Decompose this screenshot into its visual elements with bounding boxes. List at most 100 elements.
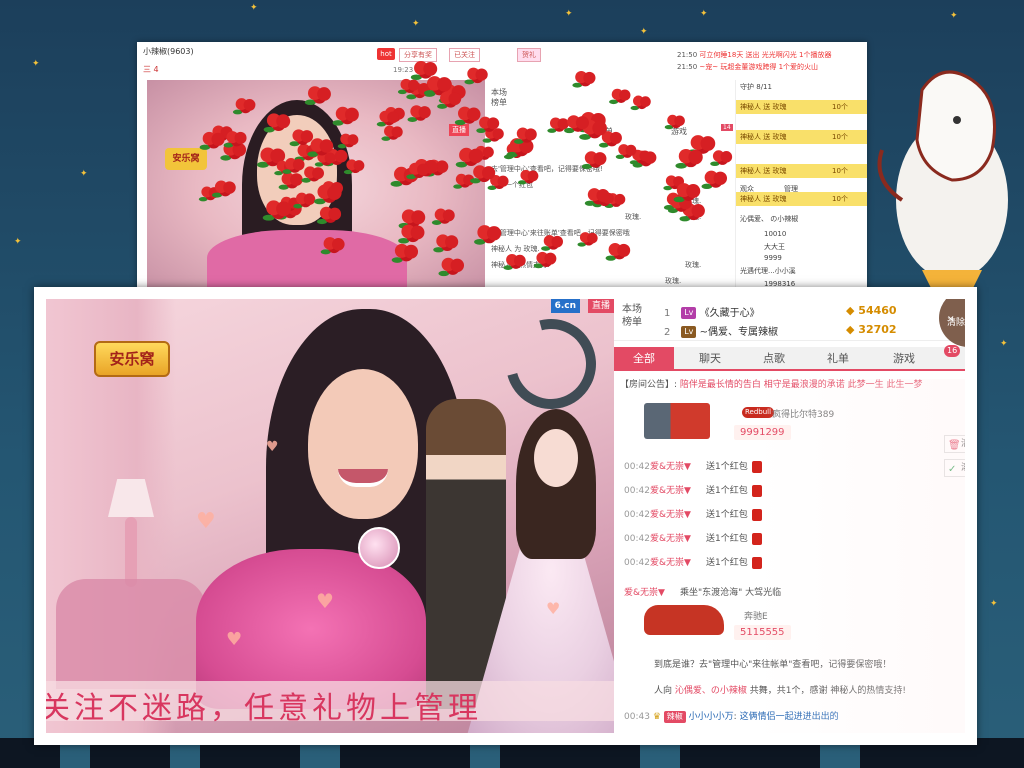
heart-icon: ♥ xyxy=(316,589,334,613)
chat-line: 玫瑰. xyxy=(685,261,702,269)
site-logo: 6.cn xyxy=(550,299,580,313)
tab-games[interactable]: 游戏 xyxy=(671,126,687,137)
chat-line: 玫瑰. xyxy=(625,213,642,221)
hot-badge: hot xyxy=(377,48,395,60)
report-button[interactable]: 贺礼 xyxy=(517,48,541,62)
game-staff xyxy=(489,302,613,426)
chat-message: 00:42爱&无崇▼ 送1个红包 xyxy=(624,531,762,545)
red-packet-icon xyxy=(751,532,762,545)
red-packet-icon xyxy=(751,556,762,569)
truck-gift-image xyxy=(644,403,710,439)
side-line: 光遇代理...小小溪 xyxy=(740,267,796,275)
chat-line: 玫瑰. xyxy=(685,213,702,221)
star: ✦ xyxy=(250,3,258,13)
news-line-2: 21:50 ~宠~ 玩超金董游戏跨得 1个爱的火山 xyxy=(677,63,819,71)
clear-screen-button[interactable]: 🗑清屏 xyxy=(944,435,965,453)
star: ✦ xyxy=(700,9,708,19)
microphone xyxy=(358,527,400,569)
time-label: 19:23 xyxy=(393,66,414,74)
news-line-1: 21:50 可立何睡18天 送出 光光啊闪光 1个播放器 xyxy=(677,51,832,59)
share-button[interactable]: 分享有奖 xyxy=(399,48,437,62)
system-message: 人向 沁偶爱、の小辣椒 共舞，共1个，感谢 神秘人的热情支持! xyxy=(654,686,906,696)
chat-line: 去'管理中心'查看吧，记得要保密哦! xyxy=(491,165,603,173)
back-video[interactable]: 安乐窝 直播 xyxy=(147,80,485,294)
follow-button[interactable]: 已关注 xyxy=(449,48,480,62)
side-line: 沁偶爱、 の小辣椒 xyxy=(740,215,799,223)
tab-count-badge: 14 xyxy=(721,124,733,131)
gift-number: 5115555 xyxy=(734,625,791,640)
heart-icon: ♥ xyxy=(196,509,216,534)
star: ✦ xyxy=(80,169,88,179)
chat-message: 00:42爱&无崇▼ 送1个红包 xyxy=(624,459,762,473)
check-icon: ✓ xyxy=(948,464,957,475)
chat-message: 00:42爱&无崇▼ 送1个红包 xyxy=(624,507,762,521)
gift-count: 10个 xyxy=(813,100,867,114)
streamer-face xyxy=(257,115,337,225)
heart-icon: ♥ xyxy=(546,599,561,618)
tab-chat[interactable]: 聊天 xyxy=(680,347,740,371)
room-notice: 【房间公告】: 陪伴是最长情的告白 相守是最浪漫的承诺 此梦一生 此生一梦 xyxy=(620,380,923,390)
red-packet-icon xyxy=(751,484,762,497)
gift-number: 9991299 xyxy=(734,425,791,440)
chat-tabs: 全部 聊天 点歌 礼单 游戏 16 xyxy=(614,345,965,371)
tab-all[interactable]: 全部 xyxy=(614,347,674,371)
main-stream-window: ♥ ♥ ♥ ♥ ♥ 6.cn 直播 安乐窝 关注不迷路，任意礼物上管理 本场榜单… xyxy=(34,287,977,745)
chat-message: 00:42爱&无崇▼ 送1个红包 xyxy=(624,555,762,569)
tab-gifts[interactable]: 礼单 xyxy=(597,126,613,137)
streamer-outfit xyxy=(207,230,407,294)
tab-games[interactable]: 游戏 xyxy=(874,347,934,371)
car-gift-image xyxy=(644,605,724,635)
admin-tab[interactable]: 管理 xyxy=(784,184,798,194)
chat-line: 神秘人 为 玫瑰. xyxy=(491,245,540,253)
star: ✦ xyxy=(565,9,573,19)
level-icon: Lv xyxy=(681,307,697,319)
gift-count: 10个 xyxy=(813,130,867,144)
system-message: 到底是谁？去"管理中心"来往帐单"查看吧，记得要保密哦！ xyxy=(654,660,892,670)
room-badge: 安乐窝 xyxy=(94,341,170,377)
crown-icon: ♛ xyxy=(652,712,661,722)
star: ✦ xyxy=(990,599,998,609)
star: ✦ xyxy=(32,59,40,69)
gift-count: 10个 xyxy=(813,164,867,178)
tab-gifts[interactable]: 礼单 xyxy=(808,347,868,371)
chat-line: 玫瑰. xyxy=(665,277,682,285)
star: ✦ xyxy=(412,19,420,29)
star: ✦ xyxy=(1000,339,1008,349)
chat-message: 00:43 ♛ 辣椒 小小小小万: 这俩情侣一起进进出出的 xyxy=(624,710,839,723)
live-badge: 直播 xyxy=(449,124,469,136)
chat-line: 神秘人的热情支持! xyxy=(491,261,550,269)
streamer-face xyxy=(308,369,418,519)
lamp-base xyxy=(125,517,137,587)
side-line: 大大王 xyxy=(764,243,785,251)
caption-text: 关注不迷路，任意礼物上管理 xyxy=(46,691,482,726)
car-entry-line: 爱&无崇▼ 乘坐"东渡沧海" 大驾光临 xyxy=(624,588,782,598)
trash-icon: 🗑 xyxy=(948,440,961,451)
tab-songs[interactable]: 点歌 xyxy=(744,347,804,371)
clear-effects-button[interactable]: ✕ 清除特效 xyxy=(939,299,965,347)
audience-tab[interactable]: 观众 xyxy=(740,184,754,194)
rank-title: 本场榜单 xyxy=(622,304,642,328)
mascot-illustration xyxy=(877,70,1008,290)
side-line: 9999 xyxy=(764,254,782,262)
side-line: 10010 xyxy=(764,230,787,238)
back-header: 小辣椒(9603) 三 4 hot 分享有奖 已关注 贺礼 19:23 21:5… xyxy=(137,42,867,80)
stream-video[interactable]: ♥ ♥ ♥ ♥ ♥ 6.cn 直播 安乐窝 关注不迷路，任意礼物上管理 xyxy=(46,299,614,733)
rank-row[interactable]: 1 Lv 《久藏于心》 xyxy=(664,304,760,320)
chat-message: 00:42爱&无崇▼ 送1个红包 xyxy=(624,483,762,497)
star: ✦ xyxy=(640,27,648,37)
rank-row[interactable]: 2 Lv ~偶爱、专属辣椒 xyxy=(664,323,778,339)
chat-panel: 本场榜单 1 Lv 《久藏于心》 ◆ 54460 2 Lv ~偶爱、专属辣椒 ◆… xyxy=(614,299,965,733)
gift-count: 10个 xyxy=(813,192,867,206)
car-brand: 奔驰E xyxy=(744,612,768,622)
background-stream-window: 小辣椒(9603) 三 4 hot 分享有奖 已关注 贺礼 19:23 21:5… xyxy=(137,42,867,294)
room-badge: 安乐窝 xyxy=(165,148,207,170)
room-title: 小辣椒(9603) xyxy=(143,47,194,56)
guard-label: 守护 8/11 xyxy=(740,83,772,91)
chat-line: 玫瑰. xyxy=(685,197,702,205)
heart-icon: ♥ xyxy=(226,629,243,650)
sofa xyxy=(56,579,206,689)
rank-title: 本场榜单 xyxy=(491,88,507,107)
red-packet-icon xyxy=(751,508,762,521)
back-side-panel: 守护 8/11 神秘人 送 玫瑰 10个 神秘人 送 玫瑰 10个 神秘人 送 … xyxy=(735,80,867,294)
auto-scroll-button[interactable]: ✓滚屏 xyxy=(944,459,965,477)
